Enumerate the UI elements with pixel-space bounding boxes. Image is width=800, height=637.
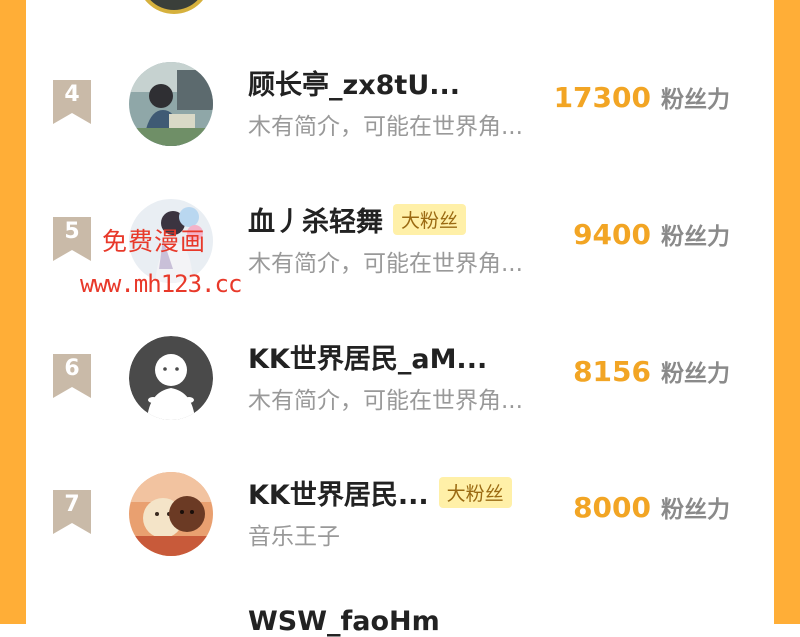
user-description: 木有简介，可能在世界角... xyxy=(248,251,523,277)
rank-number: 5 xyxy=(64,219,80,244)
user-name-line: KK世界居民_aM... xyxy=(248,337,487,376)
user-name[interactable]: KK世界居民... xyxy=(248,473,429,512)
fan-power: 9400 粉丝力 xyxy=(573,217,730,251)
rank-badge: 4 xyxy=(53,80,91,124)
big-fan-badge: 大粉丝 xyxy=(438,476,512,508)
leaderboard-row[interactable]: 7 KK世界居民... 大粉丝 音乐王子 8000 粉丝力 xyxy=(0,466,800,576)
rank-badge: 6 xyxy=(53,354,91,398)
leaderboard-row[interactable]: 4 顾长亭_zx8tU... 木有简介，可能在世界角... 17300 粉丝力 xyxy=(0,56,800,166)
user-name[interactable]: KK世界居民_aM... xyxy=(248,337,487,376)
avatar[interactable] xyxy=(129,62,213,146)
user-description: 木有简介，可能在世界角... xyxy=(248,388,523,414)
default-avatar-icon xyxy=(129,336,213,420)
fan-power: 17300 粉丝力 xyxy=(554,80,730,114)
rank-number: 7 xyxy=(64,492,80,517)
user-description: 音乐王子 xyxy=(248,524,340,550)
fan-power-unit: 粉丝力 xyxy=(661,361,730,387)
fan-power-value: 8156 xyxy=(573,355,651,388)
avatar[interactable] xyxy=(129,472,213,556)
fan-power-value: 9400 xyxy=(573,218,651,251)
leaderboard-row[interactable]: 5 血丿杀轻舞 大粉丝 木有简介，可能在世界角... 9400 粉丝力 xyxy=(0,193,800,303)
rank-number: 6 xyxy=(64,356,80,381)
user-name-line: KK世界居民... 大粉丝 xyxy=(248,473,512,512)
fan-power: 8000 粉丝力 xyxy=(573,490,730,524)
rank-number: 4 xyxy=(64,82,80,107)
fan-power-unit: 粉丝力 xyxy=(661,497,730,523)
fan-power-unit: 粉丝力 xyxy=(661,87,730,113)
user-name-line: 顾长亭_zx8tU... xyxy=(248,63,460,102)
leaderboard-row[interactable]: 6 KK世界居民_aM... 木有简介，可能在世界角... 8156 粉丝力 xyxy=(0,330,800,440)
big-fan-badge: 大粉丝 xyxy=(393,203,467,235)
user-name[interactable]: 顾长亭_zx8tU... xyxy=(248,63,460,102)
fan-power: 8156 粉丝力 xyxy=(573,354,730,388)
avatar[interactable] xyxy=(129,336,213,420)
next-row-user-name[interactable]: WSW_faoHm xyxy=(248,606,440,637)
fan-power-value: 17300 xyxy=(553,81,651,114)
user-name[interactable]: 血丿杀轻舞 xyxy=(248,200,383,239)
user-description: 木有简介，可能在世界角... xyxy=(248,114,523,140)
rank-badge: 5 xyxy=(53,217,91,261)
avatar[interactable] xyxy=(129,199,213,283)
fan-power-value: 8000 xyxy=(573,491,651,524)
fan-power-unit: 粉丝力 xyxy=(661,224,730,250)
rank-badge: 7 xyxy=(53,490,91,534)
user-name-line: 血丿杀轻舞 大粉丝 xyxy=(248,200,467,239)
